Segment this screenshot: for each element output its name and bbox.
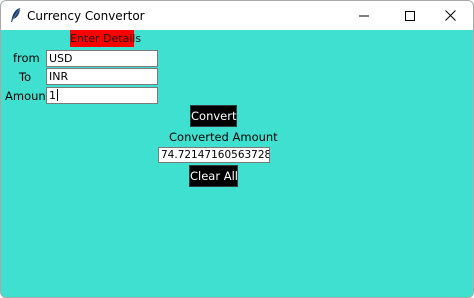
amount-value: 1 [49,89,56,102]
minimize-button[interactable] [341,1,387,30]
minimize-icon [359,6,369,25]
close-icon [444,6,456,25]
from-currency-input[interactable]: USD [46,50,158,67]
form-area: Enter Details from USD To INR Amount 1 C… [1,30,473,297]
text-cursor [57,89,58,101]
converted-amount-value: 74.72147160563728 [161,149,270,161]
amount-input[interactable]: 1 [46,87,158,104]
to-currency-value: INR [49,70,69,83]
to-currency-input[interactable]: INR [46,68,158,85]
clear-all-button[interactable]: Clear All [189,165,238,187]
enter-details-header: Enter Details [70,30,142,47]
to-label: To [19,70,32,84]
maximize-icon [405,6,415,25]
feather-icon [9,7,23,23]
from-currency-value: USD [49,52,73,65]
window-title: Currency Convertor [27,9,145,23]
converted-amount-label: Converted Amount [169,130,278,144]
converted-amount-field[interactable]: 74.72147160563728 [158,147,270,163]
title-bar[interactable]: Currency Convertor [1,1,473,30]
convert-button[interactable]: Convert [190,105,237,127]
close-button[interactable] [427,1,473,30]
app-window: Currency Convertor Enter Details from US… [0,0,474,298]
amount-label: Amount [5,89,51,103]
from-label: from [13,51,40,65]
